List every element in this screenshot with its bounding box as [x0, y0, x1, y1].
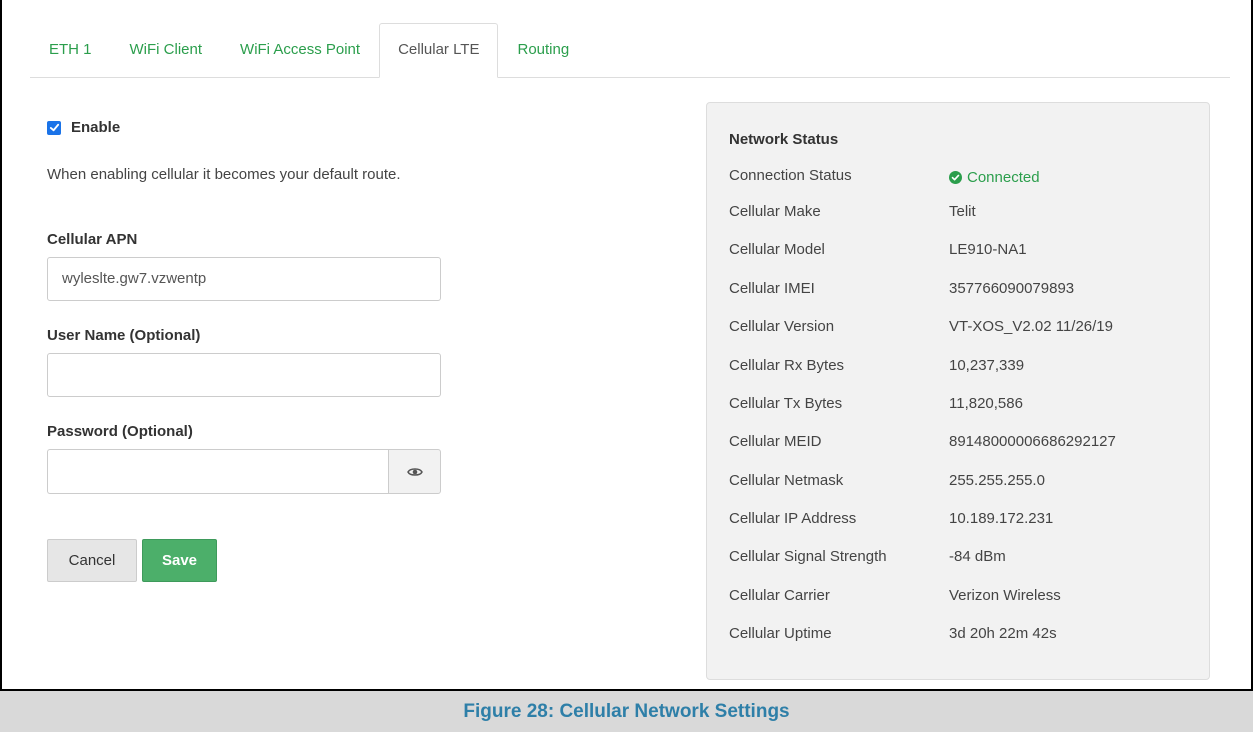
status-row: Cellular MEID 89148000006686292127	[729, 433, 1116, 453]
status-value: 357766090079893	[949, 280, 1075, 297]
password-label: Password (Optional)	[47, 423, 193, 440]
password-group	[47, 449, 441, 494]
status-key: Cellular Version	[729, 318, 835, 335]
cancel-button[interactable]: Cancel	[47, 539, 137, 582]
tab-bar: ETH 1 WiFi Client WiFi Access Point Cell…	[30, 23, 1230, 78]
status-row: Cellular Signal Strength -84 dBm	[729, 548, 1006, 568]
status-row: Cellular Version VT-XOS_V2.02 11/26/19	[729, 318, 1113, 338]
apn-input[interactable]: wyleslte.gw7.vzwentp	[47, 257, 441, 301]
status-key: Cellular Make	[729, 203, 821, 220]
tab-routing[interactable]: Routing	[498, 23, 588, 77]
figure-caption-text: Figure 28: Cellular Network Settings	[463, 700, 790, 722]
tab-cellular-lte[interactable]: Cellular LTE	[379, 23, 499, 78]
status-value: 3d 20h 22m 42s	[949, 625, 1057, 642]
status-value: Verizon Wireless	[949, 587, 1061, 604]
figure-caption: Figure 28: Cellular Network Settings	[0, 689, 1253, 732]
status-value: Telit	[949, 203, 976, 220]
status-key: Cellular IP Address	[729, 510, 857, 527]
status-value: 11,820,586	[949, 395, 1023, 412]
status-value: VT-XOS_V2.02 11/26/19	[949, 318, 1113, 335]
help-text: When enabling cellular it becomes your d…	[47, 166, 401, 183]
enable-label: Enable	[71, 119, 121, 136]
connection-status-text: Connected	[967, 168, 1040, 186]
tab-wifi-access-point[interactable]: WiFi Access Point	[221, 23, 379, 77]
status-row: Cellular Make Telit	[729, 203, 976, 223]
network-status-panel: Network Status Connection Status Connect…	[706, 102, 1210, 680]
tab-wifi-client[interactable]: WiFi Client	[111, 23, 222, 77]
status-row: Cellular Model LE910-NA1	[729, 241, 1027, 261]
check-icon	[49, 123, 59, 132]
eye-icon	[406, 467, 423, 476]
status-key: Cellular Tx Bytes	[729, 395, 843, 412]
connection-status-value: Connected	[949, 167, 1040, 187]
status-key: Cellular IMEI	[729, 280, 815, 297]
status-value: -84 dBm	[949, 548, 1006, 565]
status-key: Cellular Rx Bytes	[729, 357, 845, 374]
status-row: Cellular Tx Bytes 11,820,586	[729, 395, 1023, 415]
check-circle-icon	[949, 170, 962, 184]
status-key: Cellular Uptime	[729, 625, 832, 642]
status-value: LE910-NA1	[949, 241, 1027, 258]
save-button[interactable]: Save	[142, 539, 217, 582]
tab-eth1[interactable]: ETH 1	[30, 23, 111, 77]
enable-checkbox[interactable]	[47, 120, 61, 135]
status-row: Cellular IP Address 10.189.172.231	[729, 510, 1053, 530]
status-key: Cellular Carrier	[729, 587, 830, 604]
status-key: Cellular Signal Strength	[729, 548, 887, 565]
status-key: Cellular Model	[729, 241, 825, 258]
status-row: Cellular Netmask 255.255.255.0	[729, 472, 1045, 492]
status-value: 10.189.172.231	[949, 510, 1054, 527]
status-value: 10,237,339	[949, 357, 1025, 374]
status-row: Cellular Uptime 3d 20h 22m 42s	[729, 625, 1057, 645]
status-value: 255.255.255.0	[949, 472, 1045, 489]
network-status-title: Network Status	[729, 131, 839, 148]
status-row: Cellular Rx Bytes 10,237,339	[729, 357, 1024, 377]
status-key: Connection Status	[729, 167, 852, 184]
status-key: Cellular MEID	[729, 433, 822, 450]
apn-label: Cellular APN	[47, 231, 138, 248]
status-row: Cellular IMEI 357766090079893	[729, 280, 1074, 300]
status-row: Cellular Carrier Verizon Wireless	[729, 587, 1061, 607]
username-input[interactable]	[47, 353, 441, 397]
status-row: Connection Status Connected	[729, 167, 1040, 187]
password-toggle-button[interactable]	[388, 449, 441, 494]
status-value: 89148000006686292127	[949, 433, 1116, 450]
username-label: User Name (Optional)	[47, 327, 201, 344]
status-key: Cellular Netmask	[729, 472, 844, 489]
enable-row: Enable	[47, 119, 120, 136]
password-input[interactable]	[47, 449, 388, 494]
